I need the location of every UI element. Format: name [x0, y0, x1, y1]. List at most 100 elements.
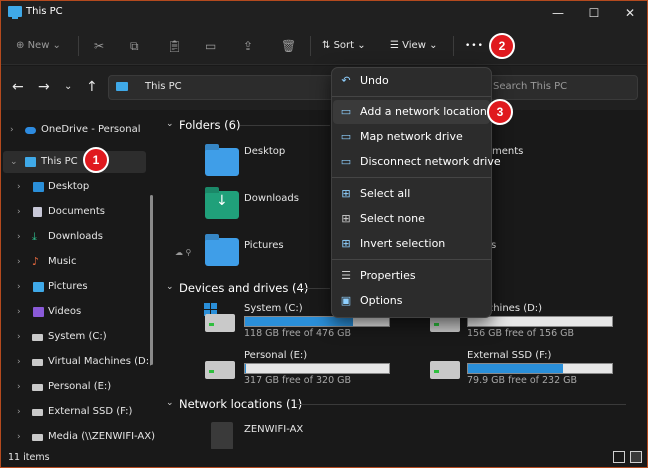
drive-usage-bar — [467, 316, 613, 327]
delete-button[interactable]: 🗑︎ — [281, 36, 296, 56]
search-input[interactable]: Search This PC — [493, 81, 633, 92]
menu-item-options[interactable]: ▣ Options — [333, 289, 490, 313]
rename-button[interactable]: ▭ — [205, 36, 216, 56]
drive-usage-fill — [245, 364, 247, 373]
network-location-label[interactable]: ZENWIFI-AX — [244, 424, 303, 435]
download-arrow-icon: ⤓ — [32, 230, 37, 243]
disconnect-drive-icon: ▭ — [340, 155, 352, 168]
drive-icon[interactable] — [205, 314, 235, 332]
minimize-button[interactable]: — — [540, 2, 576, 24]
chevron-down-icon[interactable]: ⌄ — [166, 398, 174, 408]
sidebar-item-this-pc[interactable]: ⌄ This PC — [1, 151, 149, 173]
menu-item-properties[interactable]: ☰ Properties — [333, 264, 490, 288]
drive-icon[interactable] — [430, 361, 460, 379]
close-button[interactable]: ✕ — [612, 2, 648, 24]
copy-button[interactable]: ⧉ — [130, 36, 139, 56]
search-placeholder: Search This PC — [493, 81, 568, 92]
properties-icon: ☰ — [341, 269, 351, 282]
sidebar-item-downloads[interactable]: › ⤓ Downloads — [1, 226, 149, 248]
sidebar-item-onedrive[interactable]: › OneDrive - Personal — [1, 119, 149, 141]
scissors-icon: ✂ — [94, 39, 105, 53]
drive-free-space: 156 GB free of 156 GB — [467, 328, 575, 339]
music-icon: ♪ — [32, 255, 40, 268]
menu-item-label: Map network drive — [360, 130, 463, 143]
forward-arrow-icon[interactable]: → — [38, 77, 50, 97]
menu-divider — [332, 177, 491, 178]
copy-icon: ⧉ — [130, 39, 139, 53]
rename-icon: ▭ — [205, 39, 217, 53]
drive-name[interactable]: External SSD (F:) — [467, 350, 551, 361]
pictures-folder-icon[interactable] — [205, 238, 239, 266]
trash-icon: 🗑︎ — [281, 39, 297, 53]
drive-free-space: 317 GB free of 320 GB — [244, 375, 352, 386]
chevron-down-icon[interactable]: ⌄ — [166, 119, 174, 129]
sidebar-item-external-ssd-f[interactable]: › External SSD (F:) — [1, 401, 149, 423]
folder-label[interactable]: Desktop — [244, 146, 285, 157]
router-icon[interactable] — [211, 422, 233, 450]
network-section-header[interactable]: Network locations (1) — [179, 397, 302, 411]
this-pc-icon — [8, 6, 22, 19]
menu-item-label: Invert selection — [360, 237, 446, 250]
clipboard-icon: 📋︎ — [167, 39, 183, 53]
up-arrow-icon[interactable]: ↑ — [86, 77, 98, 97]
sidebar-item-virtual-machines-d[interactable]: › Virtual Machines (D:) — [1, 351, 153, 373]
select-all-icon: ⊞ — [341, 187, 351, 200]
sidebar-item-pictures[interactable]: › Pictures — [1, 276, 149, 298]
drive-icon[interactable] — [205, 361, 235, 379]
sidebar-item-label: External SSD (F:) — [48, 406, 133, 417]
sidebar-item-label: Desktop — [48, 181, 90, 192]
sidebar-item-music[interactable]: › ♪ Music — [1, 251, 149, 273]
sidebar-item-documents[interactable]: › Documents — [1, 201, 149, 223]
menu-item-undo[interactable]: ↶ Undo — [333, 69, 490, 93]
folder-label[interactable]: Downloads — [244, 193, 299, 204]
drive-free-space: 118 GB free of 476 GB — [244, 328, 352, 339]
view-icon: ☰ — [390, 40, 403, 51]
menu-item-label: Add a network location — [360, 105, 487, 118]
menu-item-invert-selection[interactable]: ⊞ Invert selection — [333, 232, 490, 256]
menu-item-add-network-location[interactable]: ▭ Add a network location — [333, 100, 490, 124]
sidebar-scrollbar[interactable] — [150, 195, 153, 365]
new-button[interactable]: ⊕ New ⌄ — [16, 36, 61, 56]
sidebar-item-label: This PC — [41, 156, 78, 167]
folder-label[interactable]: Pictures — [244, 240, 284, 251]
tiles-view-icon[interactable] — [630, 451, 642, 463]
folders-section-header[interactable]: Folders (6) — [179, 118, 240, 132]
window-title: This PC — [26, 6, 63, 17]
drives-section-header[interactable]: Devices and drives (4) — [179, 281, 308, 295]
details-view-icon[interactable] — [613, 451, 625, 463]
toolbar-divider — [310, 36, 311, 56]
share-button[interactable]: ⇪ — [243, 36, 253, 56]
sidebar-item-videos[interactable]: › Videos — [1, 301, 149, 323]
this-pc-icon — [116, 82, 128, 91]
videos-icon — [33, 307, 44, 317]
sidebar-item-system-c[interactable]: › System (C:) — [1, 326, 149, 348]
drive-name[interactable]: Personal (E:) — [244, 350, 307, 361]
address-location[interactable]: This PC — [145, 81, 182, 92]
sidebar-item-media-network[interactable]: › Media (\\ZENWIFI-AX) ( — [1, 426, 162, 448]
menu-item-select-all[interactable]: ⊞ Select all — [333, 182, 490, 206]
drive-name[interactable]: System (C:) — [244, 303, 303, 314]
drive-free-space: 79.9 GB free of 232 GB — [467, 375, 578, 386]
desktop-folder-icon[interactable] — [205, 148, 239, 176]
maximize-button[interactable]: ☐ — [576, 2, 612, 24]
chevron-down-icon[interactable]: ⌄ — [166, 282, 174, 292]
recent-chevron-icon[interactable]: ⌄ — [64, 77, 72, 97]
sidebar-item-label: OneDrive - Personal — [41, 124, 141, 135]
cut-button[interactable]: ✂ — [94, 36, 104, 56]
view-label: View — [402, 40, 426, 51]
view-button[interactable]: ☰ View ⌄ — [390, 36, 437, 56]
menu-item-label: Disconnect network drive — [360, 155, 501, 168]
sidebar-item-personal-e[interactable]: › Personal (E:) — [1, 376, 149, 398]
sort-button[interactable]: ⇅ Sort ⌄ — [322, 36, 366, 56]
paste-button[interactable]: 📋︎ — [167, 36, 182, 56]
sidebar-item-label: Media (\\ZENWIFI-AX) ( — [48, 431, 163, 442]
menu-item-map-network-drive[interactable]: ▭ Map network drive — [333, 125, 490, 149]
share-icon: ⇪ — [243, 39, 254, 53]
menu-item-select-none[interactable]: ⊞ Select none — [333, 207, 490, 231]
back-arrow-icon[interactable]: ← — [12, 77, 24, 97]
network-location-icon: ▭ — [340, 105, 352, 118]
sidebar-item-desktop[interactable]: › Desktop — [1, 176, 149, 198]
cloud-sync-icon: ☁ ⚲ — [175, 248, 192, 257]
menu-item-disconnect-network-drive[interactable]: ▭ Disconnect network drive — [333, 150, 501, 174]
see-more-button[interactable]: ••• — [465, 36, 484, 56]
